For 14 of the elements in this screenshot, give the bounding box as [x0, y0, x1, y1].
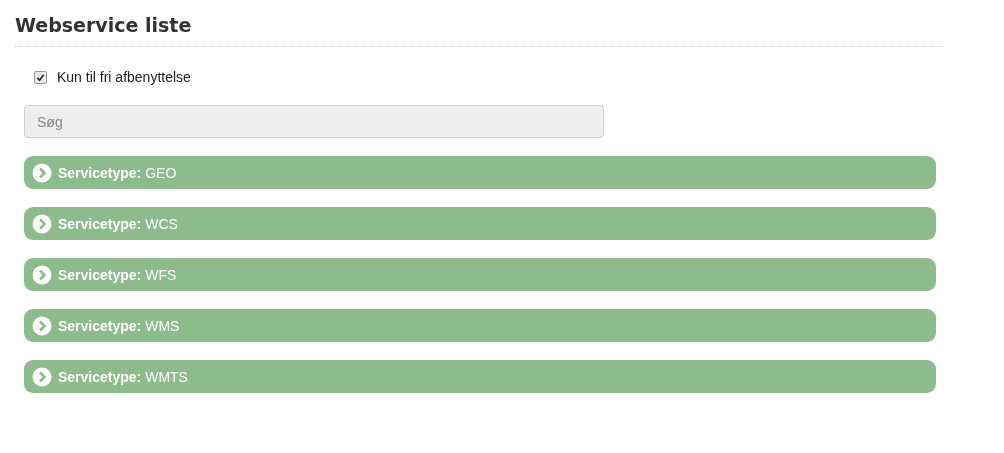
accordion-header[interactable]: Servicetype: WFS: [24, 258, 936, 291]
checkbox[interactable]: [34, 70, 47, 84]
search-field[interactable]: Søg: [24, 105, 604, 138]
accordion-header[interactable]: Servicetype: WMTS: [24, 360, 936, 393]
accordion-header[interactable]: Servicetype: GEO: [24, 156, 936, 189]
accordion-header[interactable]: Servicetype: WMS: [24, 309, 936, 342]
checkbox-label: Kun til fri afbenyttelse: [57, 69, 191, 85]
chevron-icon: [32, 315, 52, 336]
page-title: Webservice liste: [15, 12, 942, 47]
chevron-icon: [32, 264, 52, 285]
chevron-icon: [32, 366, 52, 387]
chevron-icon: [32, 162, 52, 183]
chevron-icon: [32, 213, 52, 234]
accordion-header[interactable]: Servicetype: WCS: [24, 207, 936, 240]
